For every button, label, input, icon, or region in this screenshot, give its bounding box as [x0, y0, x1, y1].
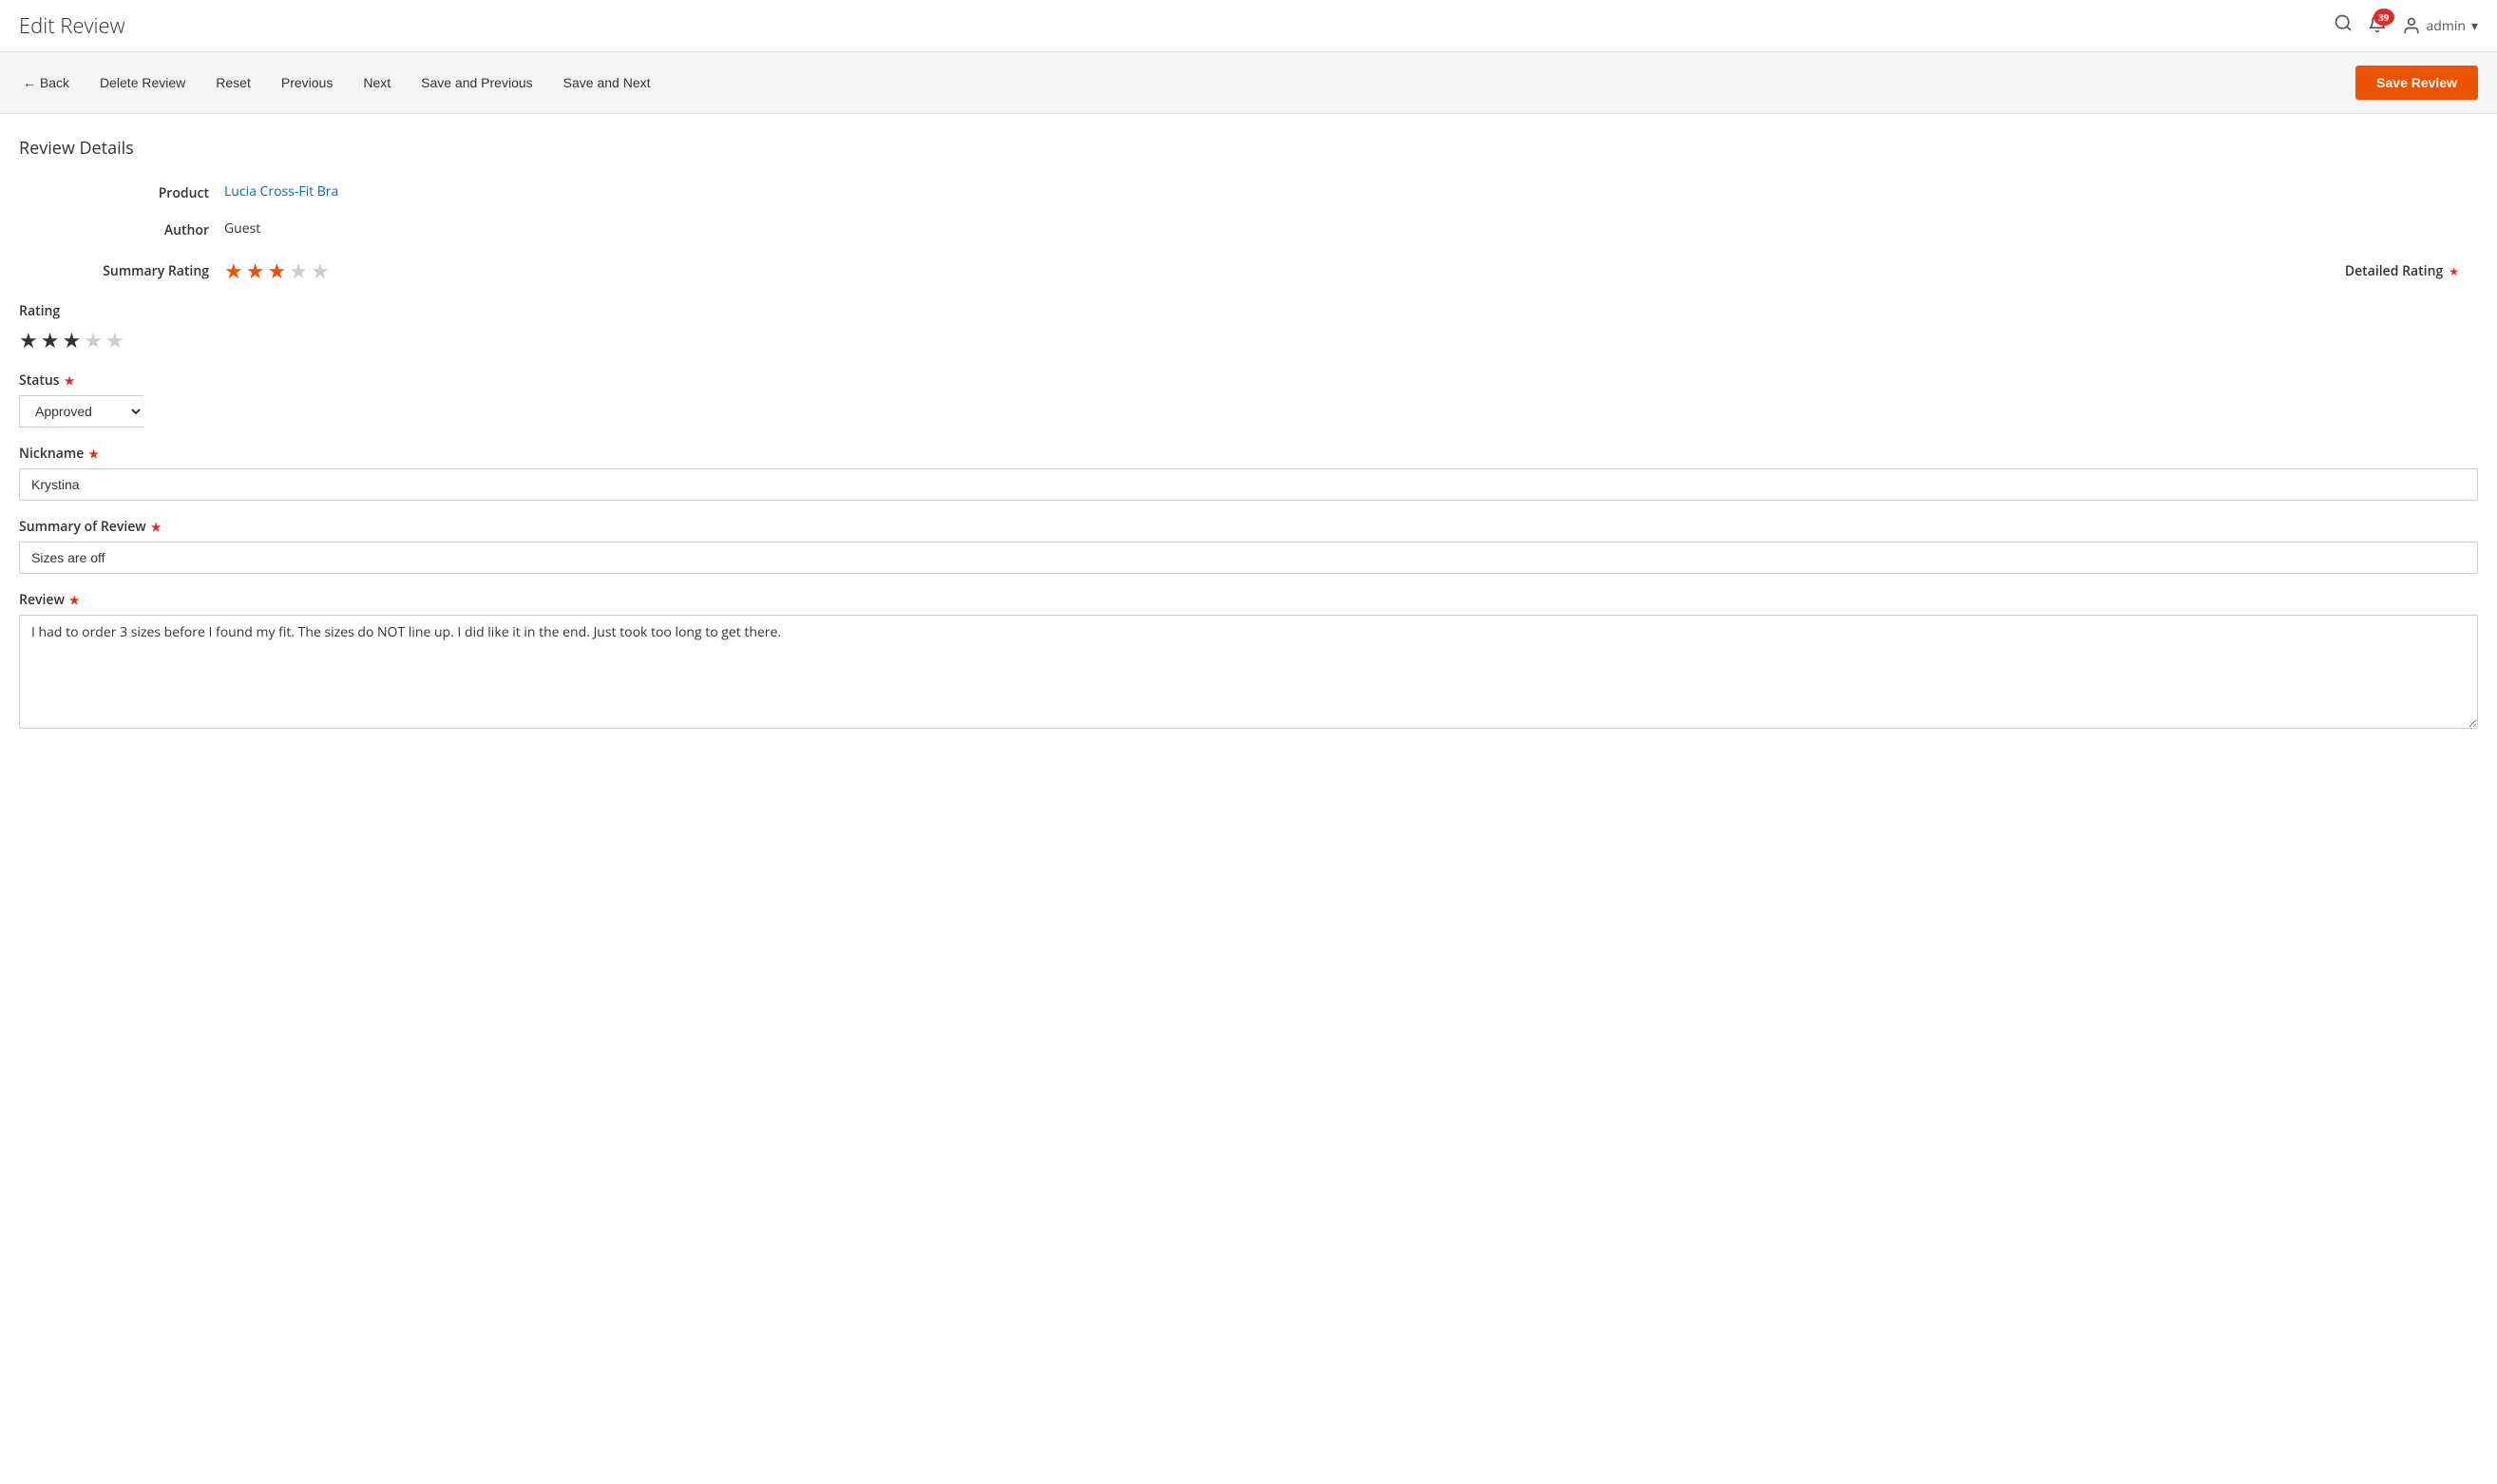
rating-star-3[interactable]: ★	[62, 326, 81, 354]
review-field-group: Review ★ I had to order 3 sizes before I…	[19, 591, 2478, 733]
star-2[interactable]: ★	[246, 257, 265, 285]
review-required-star: ★	[69, 592, 80, 608]
notifications-button[interactable]: 39	[2368, 14, 2387, 38]
product-label: Product	[76, 182, 209, 202]
detailed-rating-required: ★	[2449, 263, 2459, 279]
star-5[interactable]: ★	[311, 257, 330, 285]
toolbar: ← Back Delete Review Reset Previous Next…	[0, 52, 2497, 114]
admin-chevron-icon: ▾	[2471, 17, 2478, 35]
reset-button[interactable]: Reset	[212, 69, 255, 96]
status-label: Status ★	[19, 371, 2478, 390]
save-and-previous-button[interactable]: Save and Previous	[417, 69, 537, 96]
author-row: Author Guest	[19, 219, 2478, 239]
rating-star-4[interactable]: ★	[84, 326, 103, 354]
nickname-input[interactable]	[19, 468, 2478, 501]
back-button[interactable]: ← Back	[19, 69, 73, 96]
summary-input[interactable]	[19, 542, 2478, 574]
top-header: Edit Review 39 admin ▾	[0, 0, 2497, 52]
summary-rating-label: Summary Rating	[76, 262, 209, 280]
star-4[interactable]: ★	[289, 257, 308, 285]
nickname-required-star: ★	[88, 446, 99, 462]
star-1[interactable]: ★	[224, 257, 243, 285]
summary-rating-row: Summary Rating ★ ★ ★ ★ ★ Detailed Rating…	[19, 257, 2478, 285]
product-link[interactable]: Lucia Cross-Fit Bra	[224, 182, 338, 200]
detailed-rating-section: Detailed Rating ★	[2345, 262, 2478, 280]
rating-star-2[interactable]: ★	[41, 326, 60, 354]
header-right: 39 admin ▾	[2334, 13, 2478, 38]
search-button[interactable]	[2334, 13, 2353, 38]
rating-star-5[interactable]: ★	[105, 326, 124, 354]
rating-label: Rating	[19, 302, 2478, 320]
admin-label: admin	[2427, 17, 2466, 35]
section-title: Review Details	[19, 137, 2478, 160]
product-row: Product Lucia Cross-Fit Bra	[19, 182, 2478, 202]
nickname-field-group: Nickname ★	[19, 445, 2478, 501]
summary-of-review-label: Summary of Review ★	[19, 518, 2478, 536]
status-select[interactable]: Approved Pending Not Approved	[19, 395, 143, 428]
rating-star-1[interactable]: ★	[19, 326, 38, 354]
review-label: Review ★	[19, 591, 2478, 609]
rating-stars[interactable]: ★ ★ ★ ★ ★	[19, 326, 2478, 354]
status-required-star: ★	[65, 372, 75, 389]
status-field-group: Status ★ Approved Pending Not Approved	[19, 371, 2478, 428]
summary-required-star: ★	[151, 519, 162, 535]
save-and-next-button[interactable]: Save and Next	[560, 69, 655, 96]
page-title: Edit Review	[19, 11, 125, 40]
notification-badge: 39	[2373, 9, 2393, 26]
next-button[interactable]: Next	[359, 69, 394, 96]
status-select-wrap: Approved Pending Not Approved	[19, 395, 2478, 428]
summary-field-group: Summary of Review ★	[19, 518, 2478, 574]
review-textarea[interactable]: I had to order 3 sizes before I found my…	[19, 615, 2478, 729]
star-3[interactable]: ★	[267, 257, 286, 285]
main-content: Review Details Product Lucia Cross-Fit B…	[0, 114, 2497, 773]
previous-button[interactable]: Previous	[277, 69, 336, 96]
detailed-rating-label: Detailed Rating	[2345, 262, 2443, 280]
save-review-button[interactable]: Save Review	[2355, 66, 2478, 100]
delete-review-button[interactable]: Delete Review	[96, 69, 189, 96]
summary-rating-stars[interactable]: ★ ★ ★ ★ ★	[224, 257, 330, 285]
author-value: Guest	[224, 219, 260, 238]
rating-field-group: Rating ★ ★ ★ ★ ★	[19, 302, 2478, 354]
admin-menu[interactable]: admin ▾	[2402, 16, 2478, 35]
author-label: Author	[76, 219, 209, 239]
nickname-label: Nickname ★	[19, 445, 2478, 463]
